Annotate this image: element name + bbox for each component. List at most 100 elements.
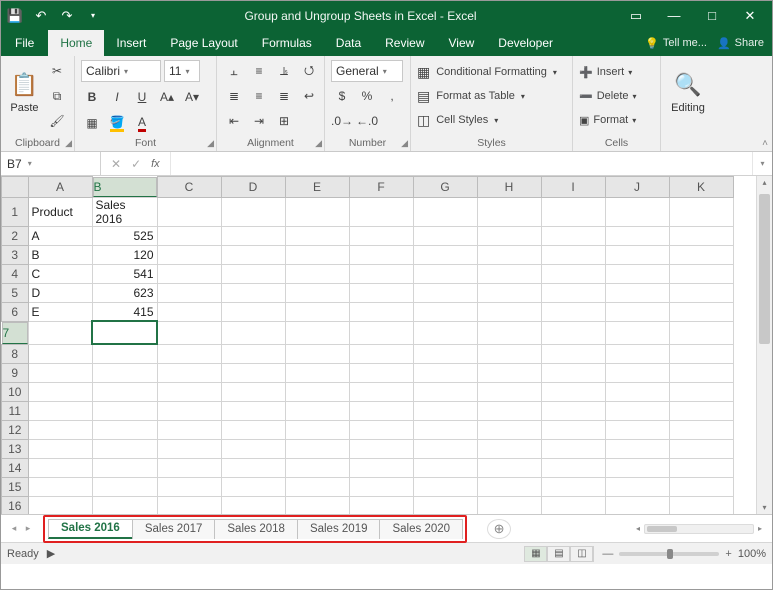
font-size-select[interactable]: 11▾ bbox=[164, 60, 200, 82]
cell-G6[interactable] bbox=[413, 302, 477, 321]
cell-K9[interactable] bbox=[669, 363, 733, 382]
alignment-launcher[interactable]: ◢ bbox=[315, 138, 322, 149]
cell-J16[interactable] bbox=[605, 496, 669, 514]
cell-C6[interactable] bbox=[157, 302, 221, 321]
cell-A2[interactable]: A bbox=[28, 226, 92, 245]
cell-F2[interactable] bbox=[349, 226, 413, 245]
cell-J3[interactable] bbox=[605, 245, 669, 264]
cell-F14[interactable] bbox=[349, 458, 413, 477]
cell-A10[interactable] bbox=[28, 382, 92, 401]
vscroll-thumb[interactable] bbox=[759, 194, 770, 344]
worksheet-grid[interactable]: ABCDEFGHIJK1ProductSales 20162A5253B1204… bbox=[1, 176, 756, 514]
accounting-button[interactable]: $ bbox=[331, 85, 353, 107]
decrease-indent-button[interactable]: ⇤ bbox=[223, 110, 245, 132]
cell-C9[interactable] bbox=[157, 363, 221, 382]
cell-I3[interactable] bbox=[541, 245, 605, 264]
row-header-4[interactable]: 4 bbox=[2, 264, 29, 283]
underline-button[interactable]: U bbox=[131, 86, 153, 108]
row-header-15[interactable]: 15 bbox=[2, 477, 29, 496]
sheet-nav-prev-icon[interactable]: ◂ bbox=[7, 523, 21, 534]
cell-B7[interactable] bbox=[92, 321, 157, 344]
font-name-select[interactable]: Calibri▾ bbox=[81, 60, 161, 82]
cell-E4[interactable] bbox=[285, 264, 349, 283]
sheet-nav-next-icon[interactable]: ▸ bbox=[21, 523, 35, 534]
increase-font-button[interactable]: A▴ bbox=[156, 86, 178, 108]
cell-A8[interactable] bbox=[28, 344, 92, 363]
cell-D7[interactable] bbox=[221, 321, 285, 344]
cell-F1[interactable] bbox=[349, 197, 413, 226]
borders-button[interactable]: ▦ bbox=[81, 112, 103, 134]
cell-J4[interactable] bbox=[605, 264, 669, 283]
cell-E8[interactable] bbox=[285, 344, 349, 363]
cell-H6[interactable] bbox=[477, 302, 541, 321]
tab-developer[interactable]: Developer bbox=[486, 30, 565, 56]
cell-J11[interactable] bbox=[605, 401, 669, 420]
scroll-left-icon[interactable]: ◂ bbox=[636, 524, 640, 533]
row-header-13[interactable]: 13 bbox=[2, 439, 29, 458]
cell-J13[interactable] bbox=[605, 439, 669, 458]
cell-J9[interactable] bbox=[605, 363, 669, 382]
zoom-out-button[interactable]: — bbox=[602, 548, 613, 560]
cell-I12[interactable] bbox=[541, 420, 605, 439]
font-launcher[interactable]: ◢ bbox=[207, 138, 214, 149]
cell-E10[interactable] bbox=[285, 382, 349, 401]
cell-I5[interactable] bbox=[541, 283, 605, 302]
tab-review[interactable]: Review bbox=[373, 30, 436, 56]
row-header-6[interactable]: 6 bbox=[2, 302, 29, 321]
cell-B4[interactable]: 541 bbox=[92, 264, 157, 283]
comma-button[interactable]: , bbox=[381, 85, 403, 107]
cell-D2[interactable] bbox=[221, 226, 285, 245]
formula-input[interactable] bbox=[171, 152, 752, 175]
cell-H14[interactable] bbox=[477, 458, 541, 477]
cell-C16[interactable] bbox=[157, 496, 221, 514]
cell-B15[interactable] bbox=[92, 477, 157, 496]
cell-B9[interactable] bbox=[92, 363, 157, 382]
cell-H15[interactable] bbox=[477, 477, 541, 496]
cell-I16[interactable] bbox=[541, 496, 605, 514]
cell-D5[interactable] bbox=[221, 283, 285, 302]
cell-styles-button[interactable]: ◫Cell Styles▾ bbox=[417, 110, 557, 130]
row-header-9[interactable]: 9 bbox=[2, 363, 29, 382]
cell-G9[interactable] bbox=[413, 363, 477, 382]
decrease-decimal-button[interactable]: ←.0 bbox=[356, 110, 378, 132]
hscroll-thumb[interactable] bbox=[647, 526, 677, 532]
scroll-up-icon[interactable]: ▴ bbox=[757, 178, 772, 187]
cell-H5[interactable] bbox=[477, 283, 541, 302]
cell-K13[interactable] bbox=[669, 439, 733, 458]
cell-H13[interactable] bbox=[477, 439, 541, 458]
number-launcher[interactable]: ◢ bbox=[401, 138, 408, 149]
cell-J6[interactable] bbox=[605, 302, 669, 321]
horizontal-scrollbar[interactable]: ◂ ▸ bbox=[519, 524, 766, 534]
cell-C13[interactable] bbox=[157, 439, 221, 458]
cell-I4[interactable] bbox=[541, 264, 605, 283]
conditional-formatting-button[interactable]: ▦Conditional Formatting▾ bbox=[417, 62, 557, 82]
cell-G3[interactable] bbox=[413, 245, 477, 264]
row-header-10[interactable]: 10 bbox=[2, 382, 29, 401]
increase-decimal-button[interactable]: .0→ bbox=[331, 110, 353, 132]
cell-D16[interactable] bbox=[221, 496, 285, 514]
format-as-table-button[interactable]: ▤Format as Table▾ bbox=[417, 86, 557, 106]
cell-F7[interactable] bbox=[349, 321, 413, 344]
cell-F13[interactable] bbox=[349, 439, 413, 458]
new-sheet-button[interactable]: ⊕ bbox=[487, 519, 511, 539]
close-icon[interactable]: ✕ bbox=[732, 6, 768, 26]
cell-I8[interactable] bbox=[541, 344, 605, 363]
qat-customize-icon[interactable]: ▾ bbox=[83, 6, 103, 26]
cell-A7[interactable] bbox=[28, 321, 92, 344]
row-header-14[interactable]: 14 bbox=[2, 458, 29, 477]
cell-B12[interactable] bbox=[92, 420, 157, 439]
sheet-tab-sales-2016[interactable]: Sales 2016 bbox=[48, 519, 133, 539]
align-right-button[interactable]: ≣ bbox=[273, 85, 295, 107]
cell-E5[interactable] bbox=[285, 283, 349, 302]
cell-I6[interactable] bbox=[541, 302, 605, 321]
cell-A4[interactable]: C bbox=[28, 264, 92, 283]
sheet-tab-sales-2019[interactable]: Sales 2019 bbox=[297, 519, 381, 539]
view-page-layout-button[interactable]: ▤ bbox=[547, 546, 571, 562]
align-bottom-button[interactable]: ⫡ bbox=[273, 60, 295, 82]
cell-E9[interactable] bbox=[285, 363, 349, 382]
italic-button[interactable]: I bbox=[106, 86, 128, 108]
cell-C14[interactable] bbox=[157, 458, 221, 477]
share-button[interactable]: 👤Share bbox=[717, 37, 764, 50]
align-middle-button[interactable]: ≡ bbox=[248, 60, 270, 82]
cell-F9[interactable] bbox=[349, 363, 413, 382]
